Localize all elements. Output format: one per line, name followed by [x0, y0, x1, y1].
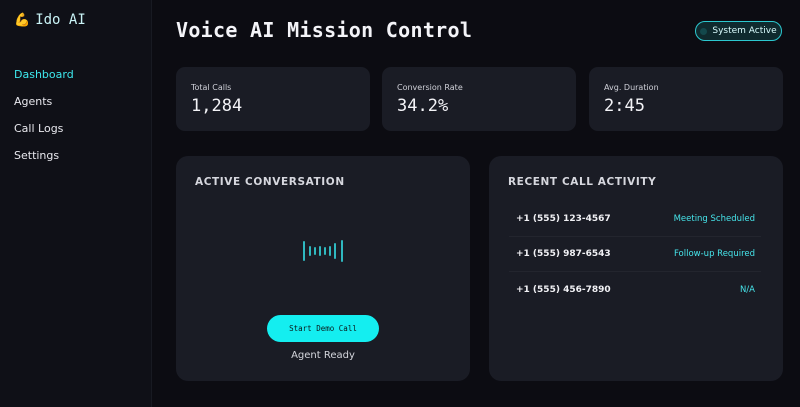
- audio-waveform-icon: [303, 240, 343, 262]
- stat-value: 2:45: [604, 96, 645, 116]
- recent-call-activity-panel: RECENT CALL ACTIVITY +1 (555) 123-4567 M…: [489, 156, 783, 381]
- panel-heading: ACTIVE CONVERSATION: [195, 176, 345, 188]
- call-status: N/A: [739, 284, 755, 295]
- stat-label: Avg. Duration: [604, 83, 659, 92]
- call-list: +1 (555) 123-4567 Meeting Scheduled +1 (…: [509, 202, 761, 307]
- call-row[interactable]: +1 (555) 456-7890 N/A: [509, 272, 761, 307]
- call-status: Follow-up Required: [673, 249, 755, 259]
- sidebar-item-settings[interactable]: Settings: [14, 149, 74, 176]
- system-status-label: System Active: [712, 26, 777, 36]
- sidebar: 💪 Ido AI Dashboard Agents Call Logs Sett…: [0, 0, 152, 407]
- call-number: +1 (555) 987-6543: [516, 249, 611, 259]
- call-row[interactable]: +1 (555) 987-6543 Follow-up Required: [509, 237, 761, 272]
- sidebar-item-call-logs[interactable]: Call Logs: [14, 122, 74, 149]
- stat-value: 34.2%: [397, 96, 449, 116]
- call-number: +1 (555) 123-4567: [516, 214, 611, 224]
- call-row[interactable]: +1 (555) 123-4567 Meeting Scheduled: [509, 202, 761, 237]
- status-dot-icon: [700, 27, 708, 35]
- start-demo-call-button[interactable]: Start Demo Call: [267, 315, 379, 342]
- arm-icon: 💪: [14, 12, 31, 28]
- panel-heading: RECENT CALL ACTIVITY: [508, 176, 657, 188]
- sidebar-item-dashboard[interactable]: Dashboard: [14, 68, 74, 95]
- stat-card-conversion-rate: Conversion Rate 34.2%: [382, 67, 576, 131]
- stat-value: 1,284: [191, 96, 243, 116]
- agent-status: Agent Ready: [291, 350, 355, 361]
- page-title: Voice AI Mission Control: [176, 18, 473, 42]
- call-number: +1 (555) 456-7890: [516, 284, 611, 295]
- brand-name: Ido AI: [35, 12, 86, 28]
- sidebar-item-agents[interactable]: Agents: [14, 95, 74, 122]
- system-status-badge[interactable]: System Active: [695, 21, 782, 41]
- stat-card-total-calls: Total Calls 1,284: [176, 67, 370, 131]
- brand-logo[interactable]: 💪 Ido AI: [14, 12, 86, 28]
- stat-label: Total Calls: [191, 83, 232, 92]
- call-status: Meeting Scheduled: [673, 214, 755, 224]
- active-conversation-panel: ACTIVE CONVERSATION Start Demo Call Agen…: [176, 156, 470, 381]
- stat-card-avg-duration: Avg. Duration 2:45: [589, 67, 783, 131]
- stat-label: Conversion Rate: [397, 83, 463, 92]
- sidebar-nav: Dashboard Agents Call Logs Settings: [14, 68, 74, 176]
